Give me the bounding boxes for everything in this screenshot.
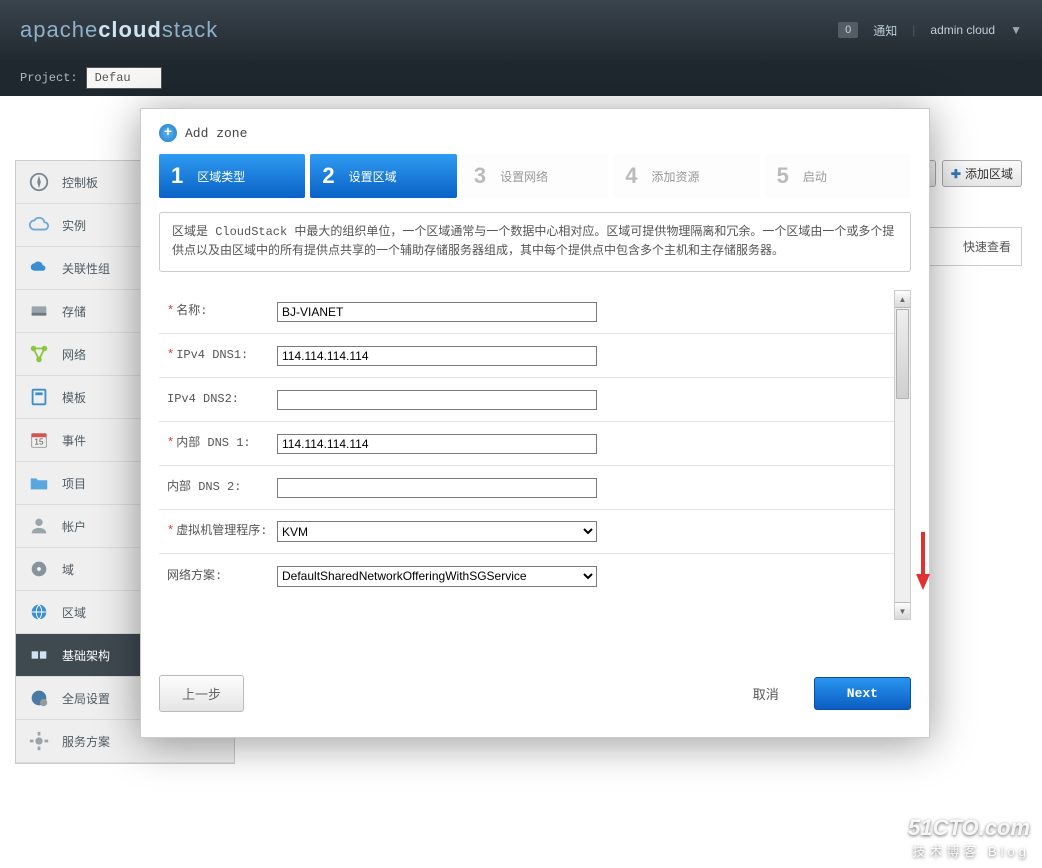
disk-icon [28, 300, 50, 322]
cancel-button[interactable]: 取消 [753, 684, 779, 703]
input-internal-dns1[interactable] [277, 434, 597, 454]
step-setup-network: 3设置网络 [462, 154, 608, 198]
sidebar-item-label: 区域 [62, 604, 86, 621]
sidebar-item-label: 网络 [62, 346, 86, 363]
divider: | [912, 23, 915, 37]
modal-title: Add zone [185, 126, 247, 141]
cloud-icon [28, 214, 50, 236]
sidebar-item-label: 关联性组 [62, 260, 110, 277]
watermark-line1: 51CTO.com [908, 815, 1030, 841]
select-hypervisor[interactable]: KVM [277, 521, 597, 542]
sidebar-item-label: 控制板 [62, 174, 98, 191]
sidebar-item-label: 模板 [62, 389, 86, 406]
logo-cloud: cloud [98, 17, 162, 42]
project-bar: Project: Defau [0, 60, 1042, 96]
watermark: 51CTO.com 技术博客 Blog [908, 815, 1030, 860]
logo: apachecloudstack [20, 17, 218, 43]
step-setup-zone[interactable]: 2设置区域 [310, 154, 456, 198]
label-dns1: *IPv4 DNS1: [159, 348, 277, 364]
app-header: apachecloudstack 0 通知 | admin cloud ▼ [0, 0, 1042, 60]
add-zone-button[interactable]: ✚ 添加区域 [942, 160, 1022, 187]
sidebar-item-label: 帐户 [62, 518, 86, 535]
label-internal-dns2: 内部 DNS 2: [159, 480, 277, 496]
zone-description: 区域是 CloudStack 中最大的组织单位，一个区域通常与一个数据中心相对应… [159, 212, 911, 272]
field-network-offering: 网络方案: DefaultSharedNetworkOfferingWithSG… [159, 554, 894, 598]
modal-footer: 上一步 取消 Next [159, 675, 911, 712]
logo-stack: stack [162, 17, 218, 42]
field-dns2: IPv4 DNS2: [159, 378, 894, 422]
step-launch: 5启动 [765, 154, 911, 198]
label-network-offering: 网络方案: [159, 569, 277, 585]
sidebar-item-label: 项目 [62, 475, 86, 492]
sidebar-item-label: 全局设置 [62, 690, 110, 707]
infrastructure-icon [28, 644, 50, 666]
folder-icon [28, 472, 50, 494]
notification-label[interactable]: 通知 [873, 22, 897, 39]
watermark-line2: 技术博客 Blog [908, 841, 1030, 860]
prev-button[interactable]: 上一步 [159, 675, 244, 712]
wizard-steps: 1区域类型 2设置区域 3设置网络 4添加资源 5启动 [159, 154, 911, 198]
sidebar-item-label: 域 [62, 561, 74, 578]
modal-title-row: + Add zone [159, 124, 911, 142]
field-internal-dns1: *内部 DNS 1: [159, 422, 894, 466]
annotation-arrow-icon [913, 532, 933, 592]
label-hypervisor: *虚拟机管理程序: [159, 524, 277, 540]
add-zone-label: 添加区域 [965, 165, 1013, 182]
plus-circle-icon: + [159, 124, 177, 142]
project-select[interactable]: Defau [86, 67, 162, 89]
user-icon [28, 515, 50, 537]
template-icon [28, 386, 50, 408]
field-name: *名称: [159, 290, 894, 334]
compass-icon [28, 171, 50, 193]
scrollbar[interactable]: ▲ ▼ [894, 290, 911, 620]
network-icon [28, 343, 50, 365]
step-zone-type[interactable]: 1区域类型 [159, 154, 305, 198]
label-internal-dns1: *内部 DNS 1: [159, 436, 277, 452]
input-dns1[interactable] [277, 346, 597, 366]
sidebar-item-label: 实例 [62, 217, 86, 234]
sidebar-item-label: 事件 [62, 432, 86, 449]
field-dns1: *IPv4 DNS1: [159, 334, 894, 378]
add-zone-modal: + Add zone 1区域类型 2设置区域 3设置网络 4添加资源 5启动 区… [140, 108, 930, 738]
quick-view-label[interactable]: 快速查看 [963, 240, 1011, 254]
plus-icon: ✚ [951, 167, 961, 181]
gear-icon [28, 730, 50, 752]
form-body: *名称: *IPv4 DNS1: IPv4 DNS2: *内部 DNS 1: 内… [159, 290, 894, 620]
sidebar-item-label: 存储 [62, 303, 86, 320]
next-button[interactable]: Next [814, 677, 911, 710]
user-menu[interactable]: admin cloud [930, 23, 995, 37]
sidebar-item-label: 服务方案 [62, 733, 110, 750]
globe-gear-icon [28, 687, 50, 709]
label-name: *名称: [159, 304, 277, 320]
notification-badge[interactable]: 0 [838, 22, 858, 38]
chevron-down-icon[interactable]: ▼ [1010, 23, 1022, 37]
disc-icon [28, 558, 50, 580]
field-internal-dns2: 内部 DNS 2: [159, 466, 894, 510]
sidebar-item-label: 基础架构 [62, 647, 110, 664]
field-hypervisor: *虚拟机管理程序: KVM [159, 510, 894, 554]
logo-apache: apache [20, 17, 98, 42]
input-dns2[interactable] [277, 390, 597, 410]
svg-text:15: 15 [34, 438, 44, 447]
calendar-icon: 15 [28, 429, 50, 451]
form-scroll: *名称: *IPv4 DNS1: IPv4 DNS2: *内部 DNS 1: 内… [159, 290, 911, 620]
select-network-offering[interactable]: DefaultSharedNetworkOfferingWithSGServic… [277, 566, 597, 587]
project-label: Project: [20, 71, 78, 85]
input-name[interactable] [277, 302, 597, 322]
globe-icon [28, 601, 50, 623]
scroll-down-button[interactable]: ▼ [895, 602, 910, 619]
scroll-thumb[interactable] [896, 309, 909, 399]
footer-right: 取消 Next [753, 677, 911, 710]
cloud-link-icon [28, 257, 50, 279]
header-right: 0 通知 | admin cloud ▼ [838, 22, 1022, 39]
input-internal-dns2[interactable] [277, 478, 597, 498]
scroll-up-button[interactable]: ▲ [895, 291, 910, 308]
label-dns2: IPv4 DNS2: [159, 392, 277, 408]
step-add-resources: 4添加资源 [613, 154, 759, 198]
